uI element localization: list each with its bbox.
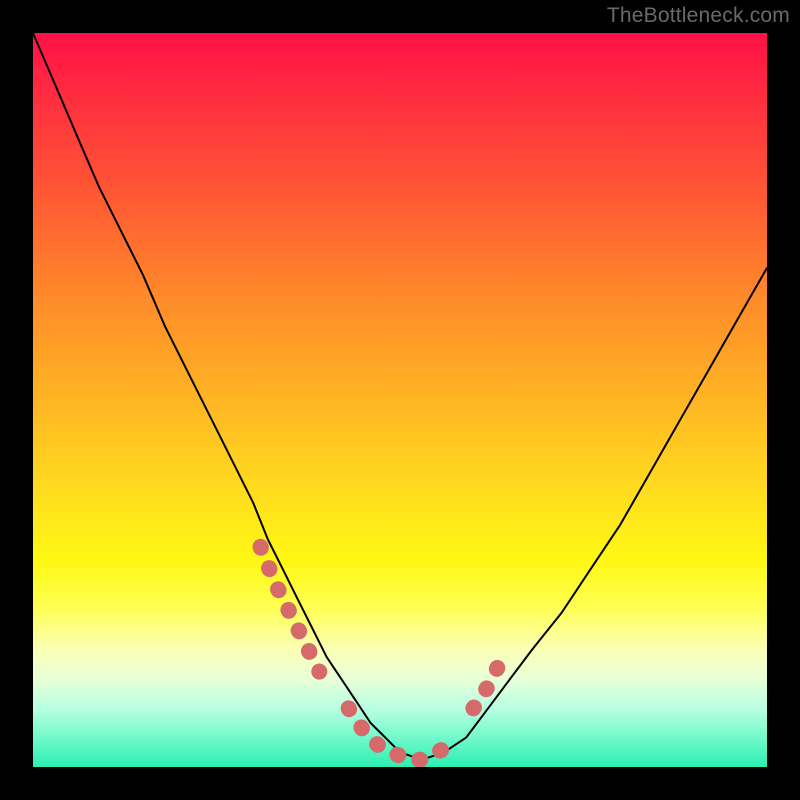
highlight-layer (261, 547, 503, 760)
plot-svg (33, 33, 767, 767)
chart-frame: TheBottleneck.com (0, 0, 800, 800)
watermark-text: TheBottleneck.com (607, 4, 790, 28)
highlight-segment-1 (349, 708, 452, 759)
curve-layer (33, 33, 767, 760)
bottleneck-curve-path (33, 33, 767, 760)
plot-area (33, 33, 767, 767)
highlight-segment-2 (473, 657, 502, 708)
highlight-segment-0 (261, 547, 320, 672)
